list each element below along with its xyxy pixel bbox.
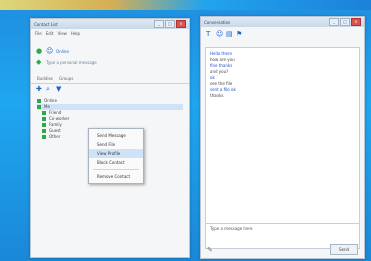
menu-view[interactable]: View bbox=[57, 31, 67, 36]
group-icon bbox=[37, 99, 41, 103]
filter-icon[interactable]: ▼ bbox=[56, 86, 63, 93]
window-title: Contact List bbox=[34, 21, 58, 27]
menu-separator bbox=[93, 169, 139, 170]
menu-edit[interactable]: Edit bbox=[46, 31, 54, 36]
tree-item-label: Other bbox=[49, 134, 61, 139]
contact-icon bbox=[42, 129, 46, 133]
search-icon[interactable]: ⌕ bbox=[46, 86, 53, 93]
personal-message[interactable]: Type a personal message bbox=[46, 60, 97, 65]
message-icon: ◆ bbox=[36, 58, 42, 66]
context-menu: Send Message Send File View Profile Bloc… bbox=[88, 128, 144, 184]
conversation-toolbar: T ☺ ▤ ⚑ bbox=[201, 27, 364, 40]
contact-list-titlebar[interactable]: Contact List _ □ × bbox=[31, 19, 189, 29]
status-label[interactable]: Online bbox=[56, 49, 69, 54]
tab-buddies[interactable]: Buddies bbox=[37, 76, 53, 81]
maximize-button[interactable]: □ bbox=[340, 18, 350, 26]
contact-icon bbox=[37, 105, 41, 109]
personal-message-row: ◆ Type a personal message bbox=[31, 57, 189, 68]
maximize-button[interactable]: □ bbox=[165, 20, 175, 28]
menu-help[interactable]: Help bbox=[71, 31, 80, 36]
text-icon[interactable]: T bbox=[206, 31, 213, 38]
menu-item-send-message[interactable]: Send Message bbox=[89, 131, 143, 140]
tab-bar: Buddies Groups bbox=[31, 74, 189, 84]
attach-icon[interactable]: ✎ bbox=[207, 247, 214, 254]
close-button[interactable]: × bbox=[176, 20, 186, 28]
conversation-window: Conversation _ □ × T ☺ ▤ ⚑ Hello there h… bbox=[200, 16, 365, 259]
file-icon[interactable]: ▤ bbox=[226, 31, 233, 38]
message-input-text: Type a message here bbox=[210, 226, 253, 231]
menu-bar: File Edit View Help bbox=[31, 29, 189, 38]
menu-item-remove[interactable]: Remove Contact bbox=[89, 172, 143, 181]
minimize-button[interactable]: _ bbox=[329, 18, 339, 26]
contact-icon bbox=[42, 135, 46, 139]
contact-icon bbox=[42, 117, 46, 121]
contact-icon bbox=[42, 123, 46, 127]
add-contact-icon[interactable]: ✚ bbox=[36, 86, 43, 93]
presence-icon[interactable]: ● bbox=[36, 48, 43, 55]
menu-file[interactable]: File bbox=[35, 31, 42, 36]
status-row: ● ☺ Online bbox=[31, 46, 189, 57]
close-button[interactable]: × bbox=[351, 18, 361, 26]
window-title: Conversation bbox=[204, 19, 231, 25]
menu-item-view-profile[interactable]: View Profile bbox=[89, 149, 143, 158]
user-icon[interactable]: ☺ bbox=[46, 48, 53, 55]
tab-groups[interactable]: Groups bbox=[59, 76, 73, 81]
minimize-button[interactable]: _ bbox=[154, 20, 164, 28]
message-history: Hello there how are you fine thanks and … bbox=[205, 47, 360, 225]
menu-item-send-file[interactable]: Send File bbox=[89, 140, 143, 149]
list-toolbar: ✚ ⌕ ▼ bbox=[31, 84, 189, 95]
chat-line: thanks bbox=[210, 93, 224, 98]
menu-item-block[interactable]: Block Contact bbox=[89, 158, 143, 167]
flag-icon[interactable]: ⚑ bbox=[236, 31, 243, 38]
emoticon-icon[interactable]: ☺ bbox=[216, 31, 223, 38]
taskbar-glow bbox=[0, 0, 371, 10]
contact-icon bbox=[42, 111, 46, 115]
conversation-titlebar[interactable]: Conversation _ □ × bbox=[201, 17, 364, 27]
send-button[interactable]: Send bbox=[330, 244, 358, 255]
